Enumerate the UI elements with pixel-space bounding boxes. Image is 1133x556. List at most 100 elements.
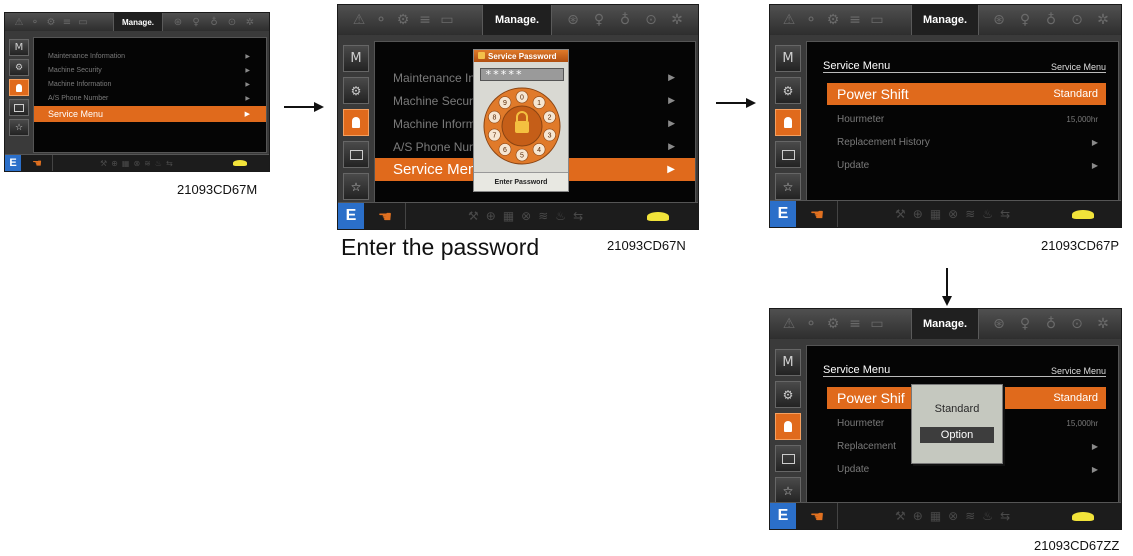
fan-icon: ✲ [671,12,683,28]
side-favorite-button[interactable]: ☆ [9,119,29,136]
engine-icon: ⚙ [826,316,840,332]
side-settings-button[interactable]: ⚙ [343,77,369,104]
display-icon [781,149,795,160]
side-settings-button[interactable]: ⚙ [9,59,29,76]
side-settings-button[interactable]: ⚙ [775,77,801,104]
digit-dial[interactable]: 0 1 2 3 4 5 6 7 8 9 [482,86,562,166]
menu-label: Machine Information [48,80,112,88]
bottom-bar: E ☚ ⚒ ⊕ ▦ ⊗ ≋ ♨ ⇆ [770,200,1121,227]
side-user-button[interactable] [343,109,369,136]
lock-icon: ⚬ [805,12,817,28]
filter-icon: ▦ [502,209,515,223]
instruction-text: Enter the password [341,234,540,260]
indicator-icons: ⚒ ⊕ ▦ ⊗ ≋ ♨ ⇆ [100,155,173,171]
oil-icon: ♁ [1045,12,1057,28]
top-title: Manage. [113,13,163,31]
lock-icon: ⚬ [30,16,40,28]
item-label: Hourmeter [837,113,885,125]
brake-icon: ⊙ [1071,316,1083,332]
hourmeter-row[interactable]: Hourmeter 15,000hr [827,110,1106,128]
side-favorite-button[interactable]: ☆ [775,477,801,504]
oil-icon: ♁ [1045,316,1057,332]
brake-icon: ⊙ [1071,12,1083,28]
side-nav: M ⚙ ☆ [775,349,801,504]
side-display-button[interactable] [9,99,29,116]
light-icon: ≡ [419,12,431,28]
side-menu-button[interactable]: M [343,45,369,72]
power-shift-row[interactable]: Power Shift Standard [827,83,1106,105]
warning-icon: ⚠ [352,12,366,28]
enter-password-button[interactable]: Enter Password [474,172,568,191]
dial-digit-label: 3 [548,132,552,139]
fuel-icon: ⊗ [948,207,959,221]
side-menu-button[interactable]: M [775,349,801,376]
arrow-right-icon [716,98,756,108]
menu-row[interactable]: A/S Phone Number ▶ [34,92,266,104]
hand-icon: ☚ [797,201,838,227]
side-menu-button[interactable]: M [775,45,801,72]
heater-icon: ≋ [965,207,976,221]
menu-row-selected[interactable]: Service Menu ▶ [34,106,266,122]
monitor-manage-small: ⚠ ⚬ ⚙ ≡ ▭ Manage. ⊛ ♀ ♁ ⊙ ✲ M ⚙ ☆ Mainte… [4,12,270,172]
display-icon [781,453,795,464]
arrow-icon: ▶ [245,66,250,74]
menu-row[interactable]: Maintenance Information ▶ [34,50,266,62]
arrow-icon: ▶ [1091,464,1098,474]
password-input[interactable]: ***** [480,68,564,81]
oil-icon: ♁ [619,12,631,28]
side-nav: M ⚙ ☆ [9,39,29,136]
heater-icon: ≋ [144,158,151,168]
update-row[interactable]: Update ▶ [827,156,1106,174]
option-standard[interactable]: Standard [920,401,994,417]
status-icons: ⊛ ♀ ♁ ⊙ ✲ [560,5,690,35]
heater-icon: ≋ [965,509,976,523]
side-settings-button[interactable]: ⚙ [775,381,801,408]
side-display-button[interactable] [775,141,801,168]
replacement-history-row[interactable]: Replacement History ▶ [827,133,1106,151]
arrow-icon: ▶ [668,73,675,83]
side-favorite-button[interactable]: ☆ [775,173,801,200]
gear-icon: ⊛ [993,316,1005,332]
menu-label: Maintenance Information [48,52,126,60]
turtle-icon [1067,503,1099,529]
side-user-button[interactable] [775,109,801,136]
figure-caption: 21093CD67N [607,238,686,253]
brake-icon: ⊙ [645,12,657,28]
monitor-power-shift-popup: ⚠ ⚬ ⚙ ≡ ▭ Manage. ⊛ ♀ ♁ ⊙ ✲ M ⚙ ☆ Servic… [769,308,1122,530]
side-user-button[interactable] [775,413,801,440]
power-shift-popup: Standard Option [911,384,1003,464]
eco-mode-indicator: E [770,503,796,529]
warning-icons: ⚠ ⚬ ⚙ ≡ ▭ [778,309,888,339]
hydraulic-icon: ⚒ [895,207,906,221]
top-status-bar: ⚠ ⚬ ⚙ ≡ ▭ Manage. ⊛ ♀ ♁ ⊙ ✲ [338,5,698,35]
side-menu-button[interactable]: M [9,39,29,56]
menu-label: Service Menu [48,109,104,119]
battery-icon: ▭ [440,12,454,28]
screen: Service Menu Service Menu Power Shift Sta… [806,41,1119,201]
eco-mode-indicator: E [5,155,21,171]
indicator-icons: ⚒ ⊕ ▦ ⊗ ≋ ♨ ⇆ [895,201,1010,227]
top-title: Manage. [911,5,979,35]
lock-icon: ⊕ [912,207,923,221]
battery-icon: ▭ [870,316,884,332]
side-favorite-button[interactable]: ☆ [343,173,369,200]
temperature-icon: ♀ [1019,316,1031,332]
dial-digit-label: 1 [537,100,541,107]
arrow-icon: ▶ [668,96,675,106]
side-display-button[interactable] [775,445,801,472]
menu-row[interactable]: Machine Information ▶ [34,78,266,90]
heater-icon: ≋ [538,209,549,223]
light-icon: ≡ [849,316,861,332]
coolant-icon: ♨ [555,209,567,223]
gear-icon: ⊛ [567,12,579,28]
battery-icon: ▭ [78,16,88,28]
menu-row[interactable]: Machine Security ▶ [34,64,266,76]
temperature-icon: ♀ [1019,12,1031,28]
fuel-icon: ⊗ [948,509,959,523]
side-display-button[interactable] [343,141,369,168]
dial-digit-label: 5 [520,153,524,160]
option-option[interactable]: Option [920,427,994,443]
menu-label: Machine Security [48,66,102,74]
side-user-button[interactable] [9,79,29,96]
oil-icon: ♁ [210,16,218,28]
